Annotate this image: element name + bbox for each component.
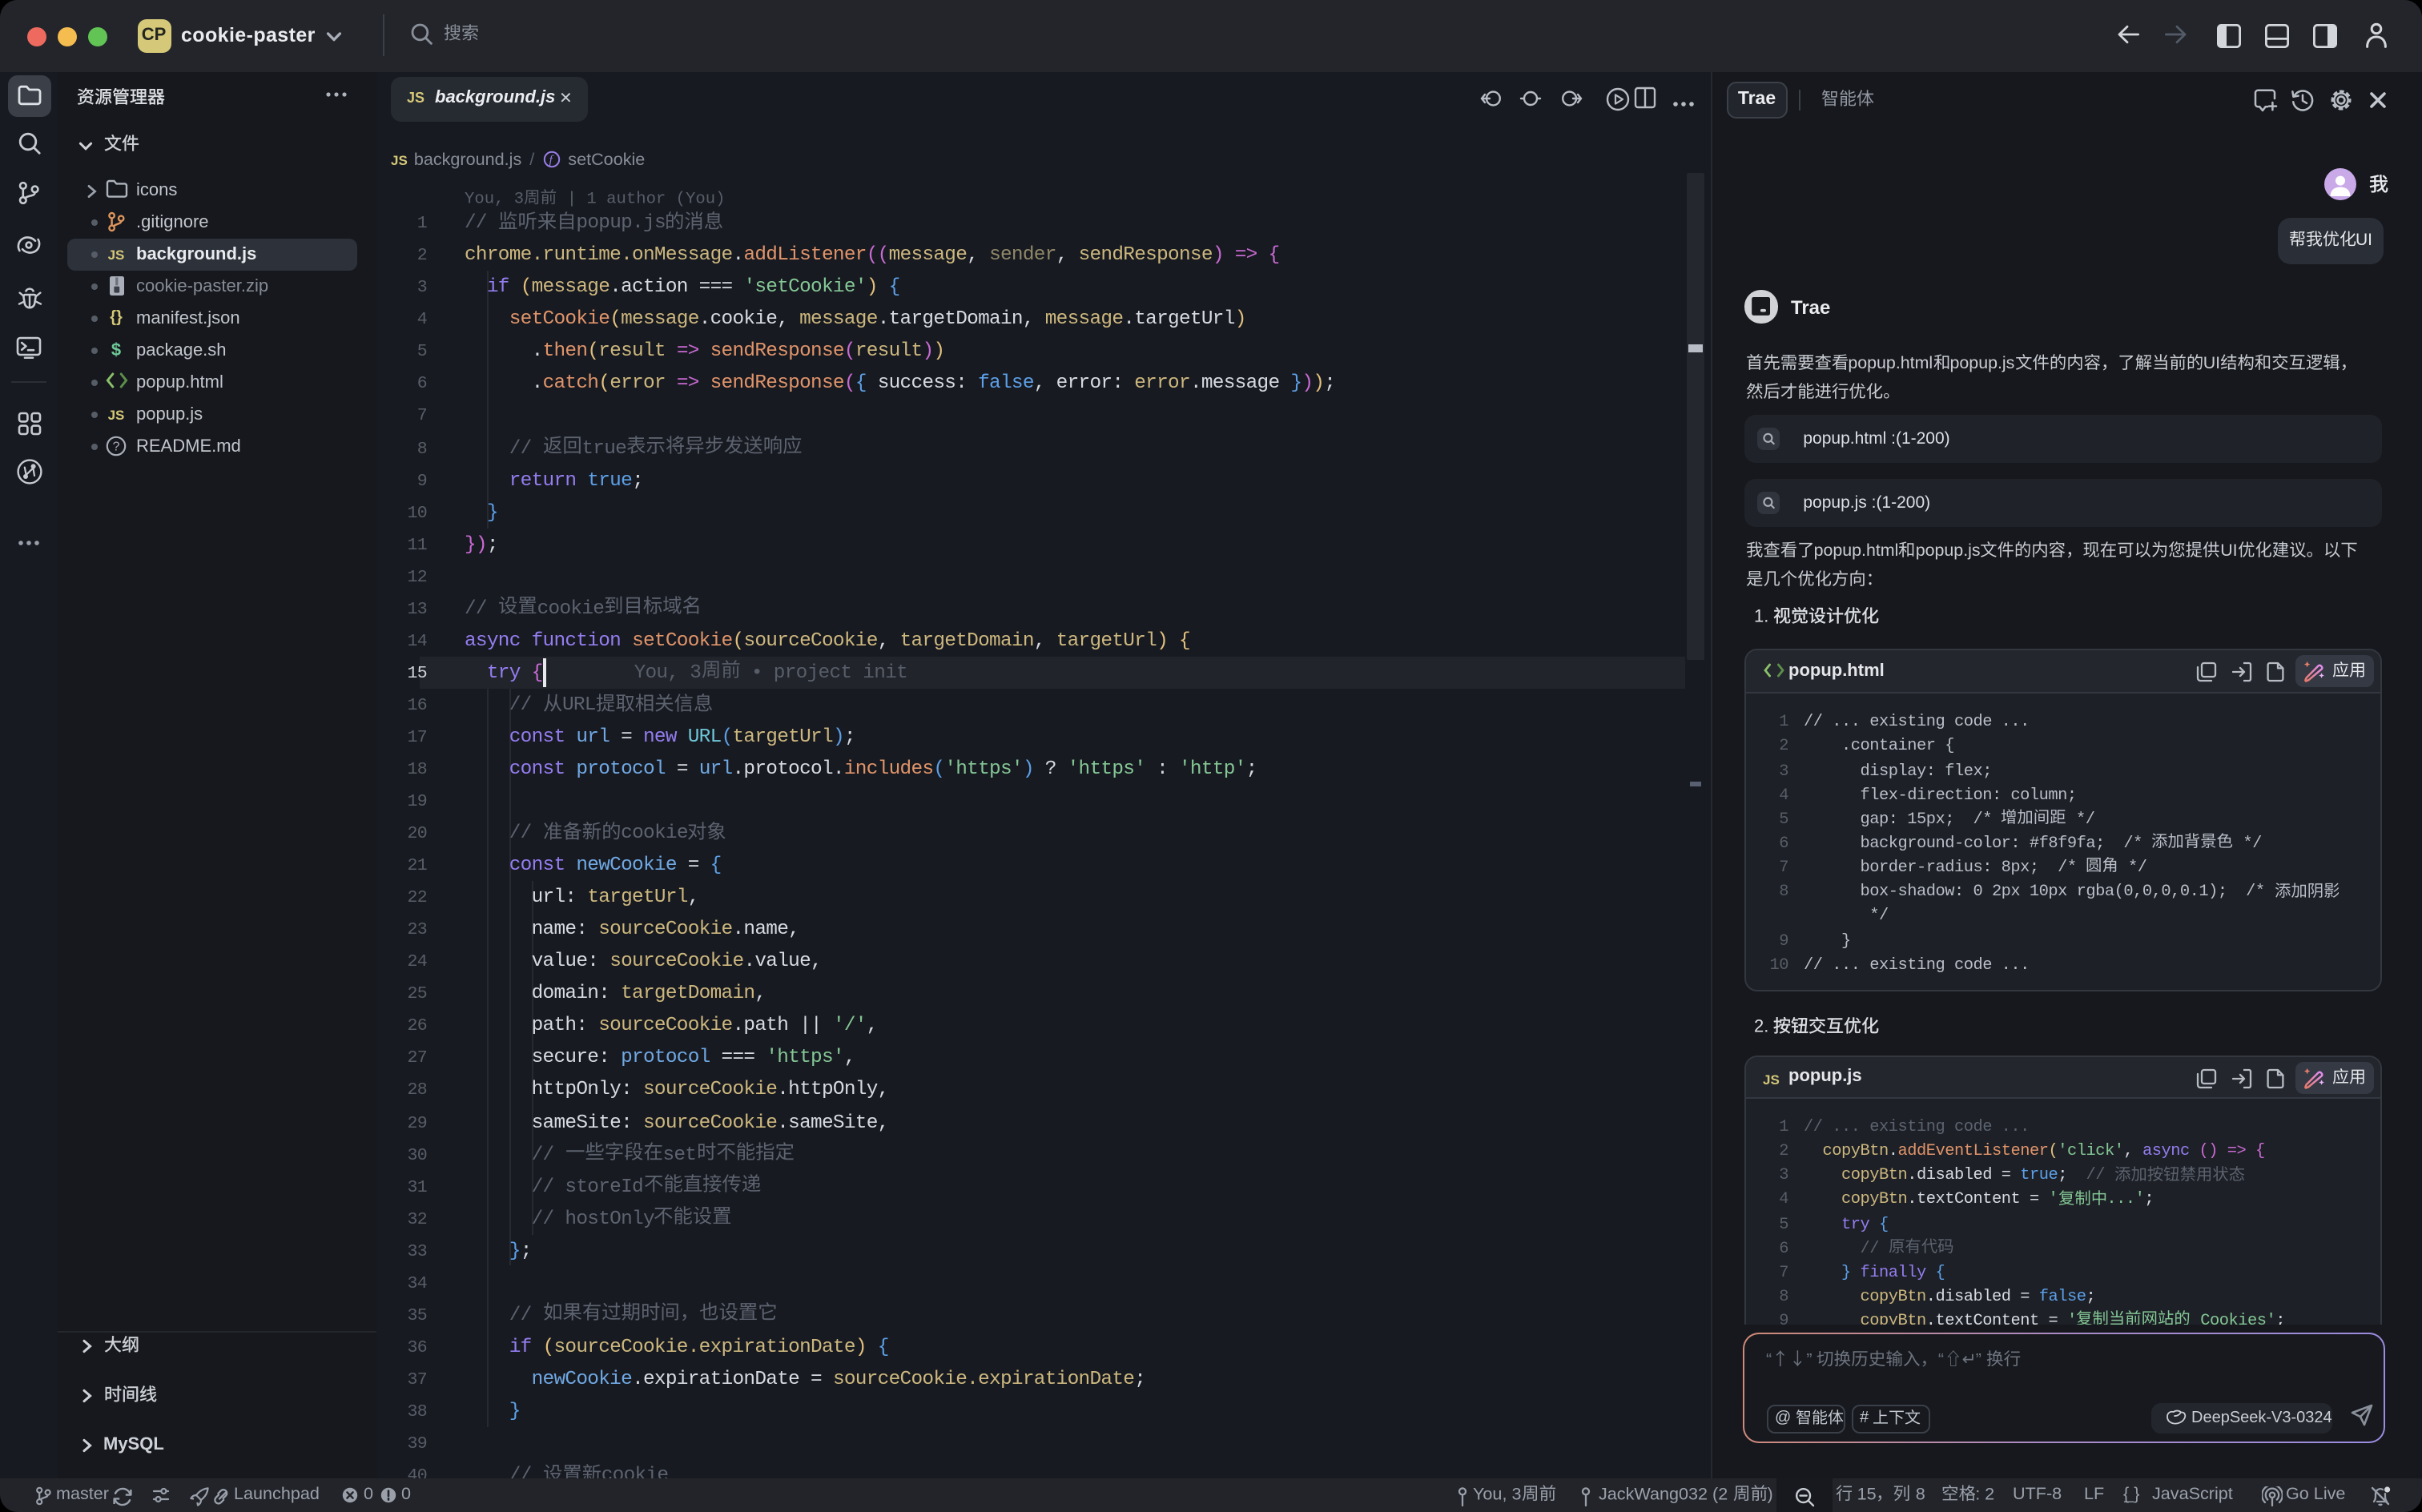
svg-text:f: f	[549, 154, 553, 167]
svg-text:?: ?	[113, 440, 120, 454]
